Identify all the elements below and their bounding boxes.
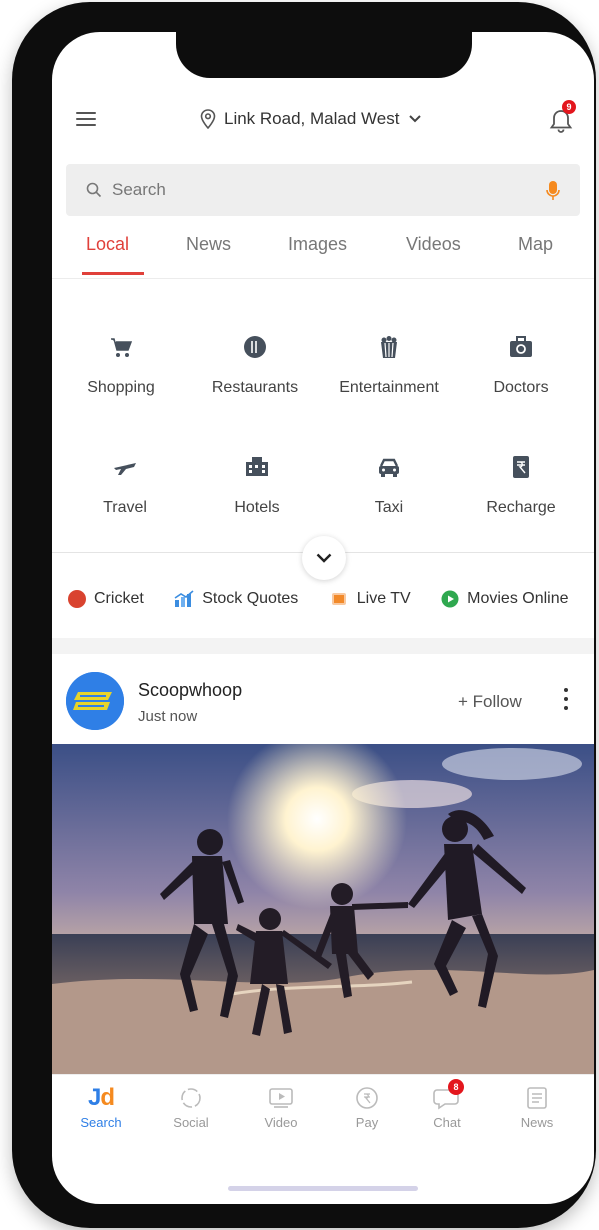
quick-link-cricket[interactable]: Cricket xyxy=(68,590,144,608)
nav-news[interactable]: News xyxy=(502,1083,572,1130)
category-label: Recharge xyxy=(486,499,556,516)
category-hotels[interactable]: Hotels xyxy=(192,454,322,534)
play-circle-icon xyxy=(441,590,459,608)
taxi-icon xyxy=(379,458,399,477)
search-input[interactable]: Search xyxy=(112,180,166,200)
quick-link-live-tv[interactable]: Live TV xyxy=(329,590,411,608)
chat-badge: 8 xyxy=(448,1079,464,1095)
cricket-ball-icon xyxy=(68,590,86,608)
family-beach-photo xyxy=(52,744,594,1074)
phone-notch xyxy=(176,30,472,78)
nav-label: Search xyxy=(80,1115,122,1130)
live-tv-icon xyxy=(331,593,346,605)
category-label: Travel xyxy=(103,499,147,516)
follow-button[interactable]: + Follow xyxy=(458,692,522,712)
nav-search[interactable]: Jd Search xyxy=(66,1083,136,1130)
app-screen: Link Road, Malad West 9 Search Local New… xyxy=(52,32,594,1204)
post-author-name[interactable]: Scoopwhoop xyxy=(138,680,242,701)
category-label: Doctors xyxy=(493,379,549,396)
news-icon xyxy=(527,1087,547,1109)
quick-link-label: Stock Quotes xyxy=(202,590,299,607)
post-author-avatar[interactable] xyxy=(66,672,124,730)
category-label: Shopping xyxy=(87,379,155,396)
post-timestamp: Just now xyxy=(138,708,198,725)
chevron-down-icon xyxy=(316,553,332,563)
tab-map[interactable]: Map xyxy=(518,234,553,255)
recharge-icon xyxy=(513,456,529,478)
tab-videos[interactable]: Videos xyxy=(406,234,461,255)
quick-link-stock-quotes[interactable]: Stock Quotes xyxy=(174,590,298,608)
nav-chat[interactable]: 8 Chat xyxy=(412,1079,482,1130)
airplane-icon xyxy=(114,463,136,475)
tabs-divider xyxy=(52,278,594,279)
category-label: Hotels xyxy=(234,499,280,516)
chevron-down-icon xyxy=(409,115,422,123)
category-label: Taxi xyxy=(374,499,404,516)
nav-label: News xyxy=(520,1115,554,1130)
social-icon xyxy=(181,1088,201,1108)
quick-link-label: Live TV xyxy=(356,590,411,607)
tab-local[interactable]: Local xyxy=(86,234,129,255)
notifications-button[interactable]: 9 xyxy=(548,100,578,134)
notification-count-badge: 9 xyxy=(562,100,576,114)
phone-frame: Link Road, Malad West 9 Search Local New… xyxy=(12,2,596,1228)
category-travel[interactable]: Travel xyxy=(60,454,190,534)
tab-news[interactable]: News xyxy=(186,234,231,255)
post-image[interactable] xyxy=(52,744,594,1074)
category-restaurants[interactable]: Restaurants xyxy=(190,334,320,414)
top-header: Link Road, Malad West 9 xyxy=(52,92,594,152)
search-icon xyxy=(86,182,102,198)
category-entertainment[interactable]: Entertainment xyxy=(324,334,454,414)
quick-link-movies-online[interactable]: Movies Online xyxy=(441,590,569,608)
rupee-coin-icon xyxy=(356,1087,378,1109)
category-label: Restaurants xyxy=(211,379,299,396)
plate-icon xyxy=(244,336,266,358)
bottom-navigation: Jd Search Social Video Pay 8 Chat News xyxy=(52,1074,594,1144)
category-taxi[interactable]: Taxi xyxy=(324,454,454,534)
microphone-icon[interactable] xyxy=(546,180,560,202)
category-recharge[interactable]: Recharge xyxy=(456,454,586,534)
stock-chart-icon xyxy=(174,590,194,607)
nav-label: Social xyxy=(173,1115,209,1130)
nav-video[interactable]: Video xyxy=(246,1083,316,1130)
nav-label: Pay xyxy=(355,1115,379,1130)
category-label: Entertainment xyxy=(339,379,439,396)
hamburger-menu-icon[interactable] xyxy=(76,112,96,126)
video-icon xyxy=(269,1088,293,1108)
scoopwhoop-logo-icon xyxy=(66,672,124,730)
medical-kit-icon xyxy=(510,336,532,357)
location-pin-icon xyxy=(200,109,216,129)
home-indicator[interactable] xyxy=(228,1186,418,1191)
quick-link-label: Cricket xyxy=(94,590,144,607)
quick-link-label: Movies Online xyxy=(467,590,569,607)
hotel-icon xyxy=(246,457,268,476)
more-options-icon[interactable] xyxy=(560,688,572,716)
location-selector[interactable]: Link Road, Malad West xyxy=(200,106,422,132)
popcorn-icon xyxy=(381,336,397,358)
nav-label: Video xyxy=(264,1115,298,1130)
location-label: Link Road, Malad West xyxy=(224,109,400,128)
tab-images[interactable]: Images xyxy=(288,234,347,255)
section-separator xyxy=(52,638,594,654)
content-tabs: Local News Images Videos Map xyxy=(52,228,594,276)
nav-pay[interactable]: Pay xyxy=(332,1083,402,1130)
category-doctors[interactable]: Doctors xyxy=(456,334,586,414)
quick-links: Cricket Stock Quotes Live TV Movies Onli… xyxy=(68,590,594,618)
expand-categories-button[interactable] xyxy=(302,536,346,580)
nav-label: Chat xyxy=(433,1115,461,1130)
cart-icon xyxy=(111,338,133,357)
jd-logo-icon: Jd xyxy=(87,1084,115,1111)
category-shopping[interactable]: Shopping xyxy=(56,334,186,414)
search-bar[interactable]: Search xyxy=(66,164,580,216)
nav-social[interactable]: Social xyxy=(156,1083,226,1130)
active-tab-indicator xyxy=(82,272,144,275)
